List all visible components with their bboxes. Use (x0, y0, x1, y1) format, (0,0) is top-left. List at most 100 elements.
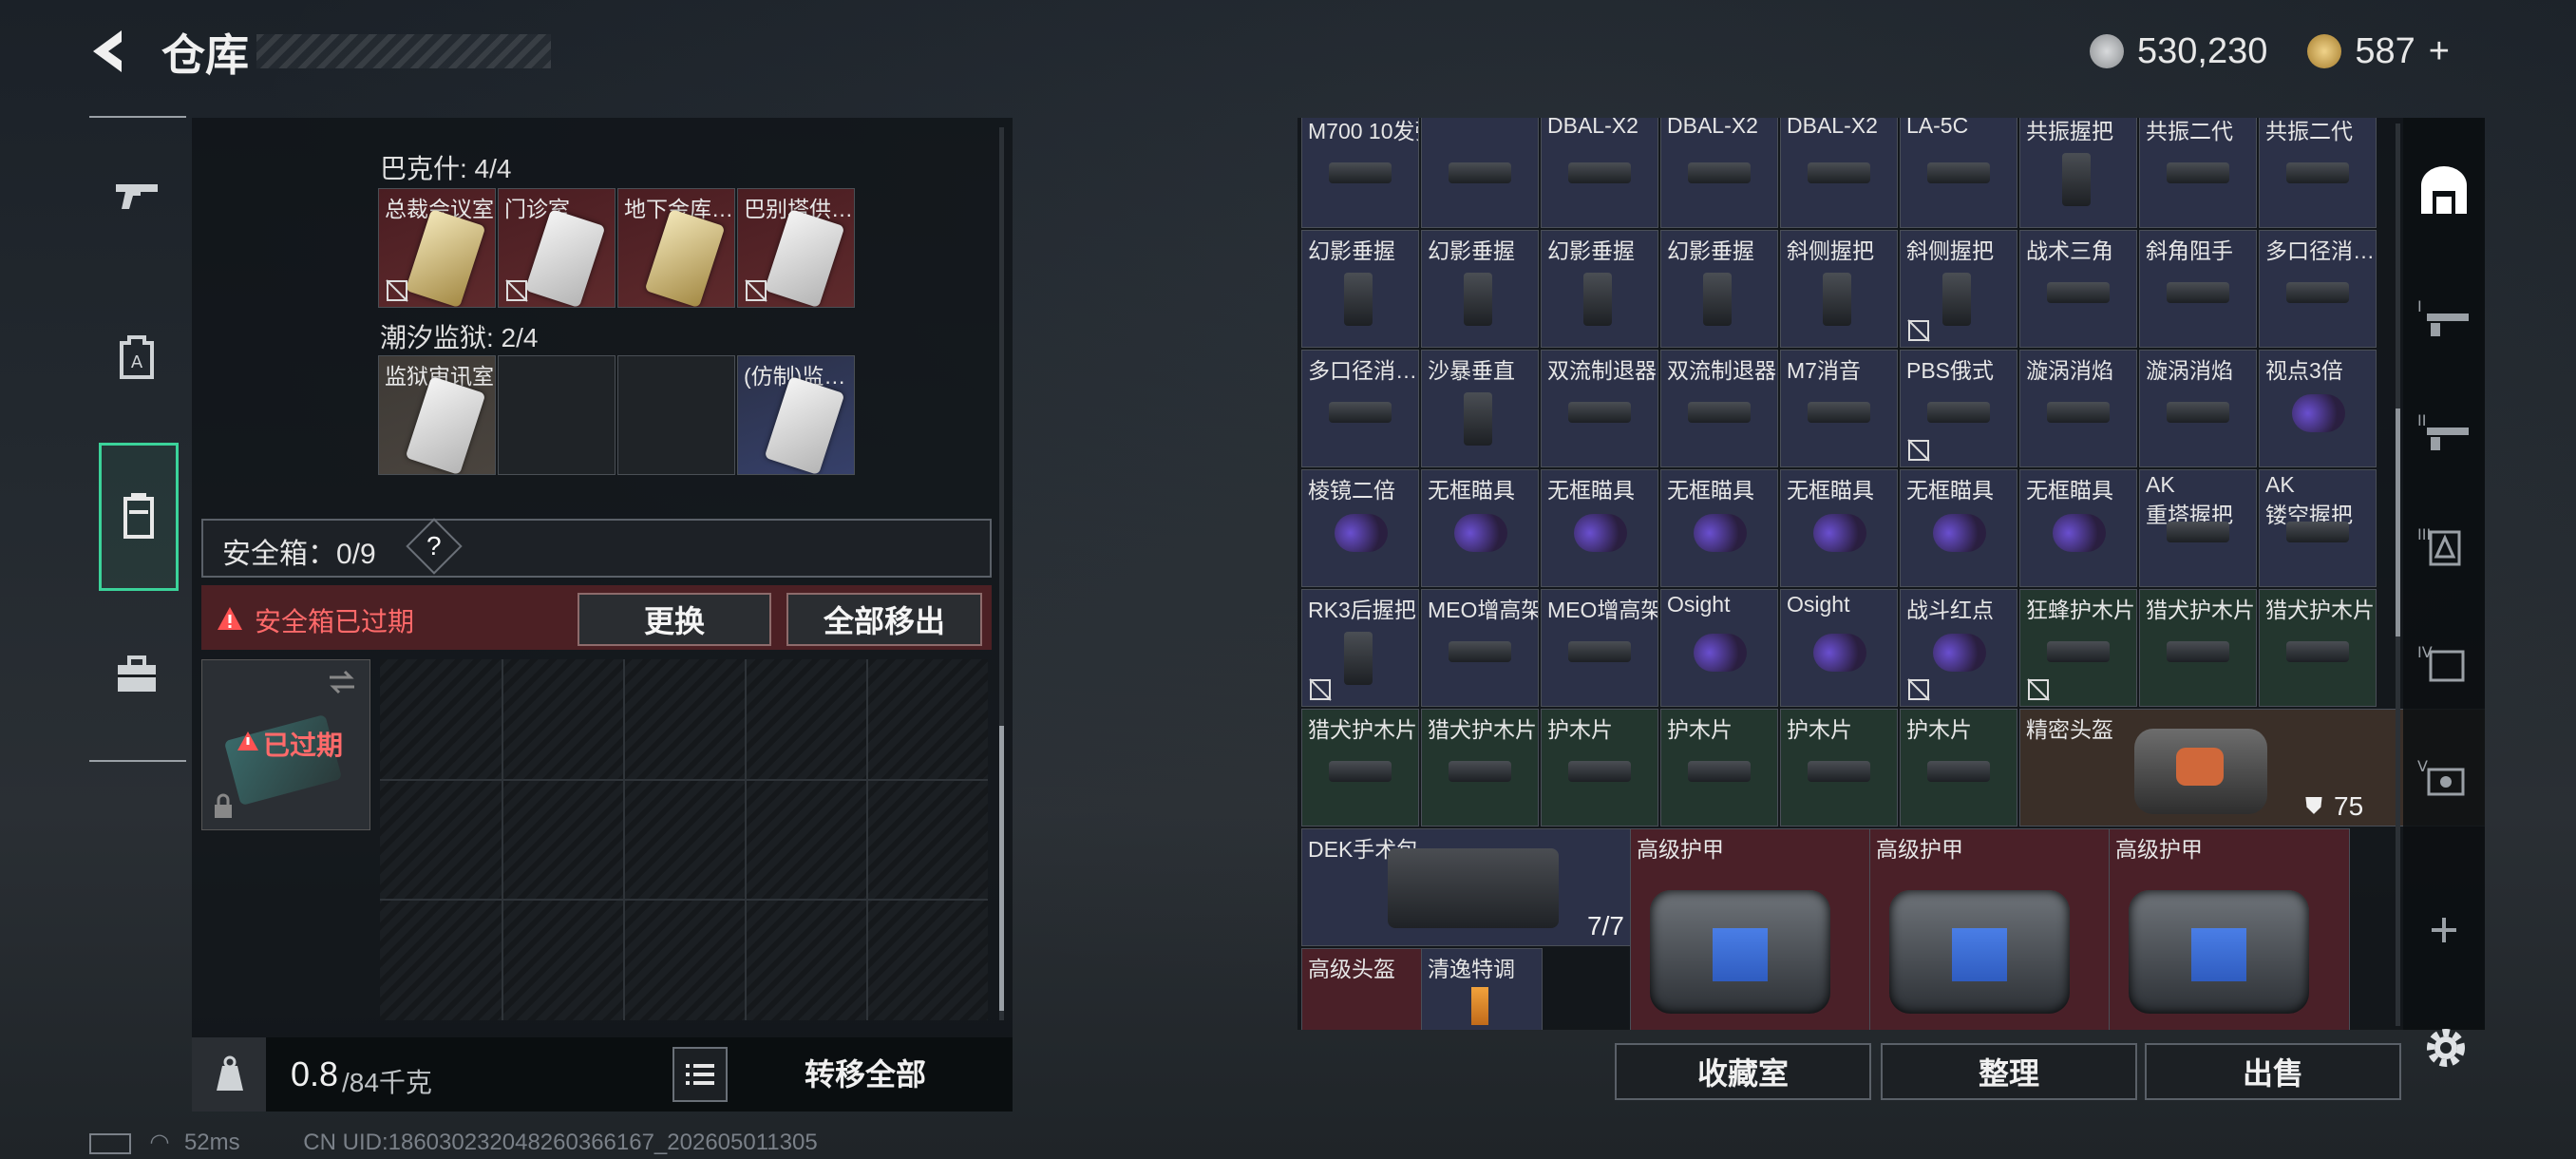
stash-item[interactable]: LA-5C (1900, 118, 2017, 228)
stash-item[interactable]: 双流制退器 (1541, 350, 1658, 467)
stash-item[interactable]: 共振二代 (2259, 118, 2377, 228)
stash-item[interactable]: MEO增高架 (1541, 589, 1658, 707)
transfer-all-button[interactable]: 转移全部 (737, 1045, 994, 1100)
stash-tab-4[interactable]: IV (2413, 631, 2475, 694)
stash-item[interactable]: 沙暴垂直 (1421, 350, 1539, 467)
stash-item[interactable]: Osight (1660, 589, 1778, 707)
stash-item[interactable]: 猎犬护木片 (1421, 709, 1539, 826)
stash-item[interactable]: 双流制退器 (1660, 350, 1778, 467)
stash-item[interactable]: 幻影垂握 (1301, 230, 1419, 348)
safebox-grid[interactable] (380, 659, 988, 1020)
stash-item-label: 幻影垂握 (1667, 238, 1754, 263)
stash-item-large[interactable]: 高级护甲 (2109, 828, 2350, 1030)
stash-item[interactable]: 斜角阻手 (2139, 230, 2257, 348)
stash-item[interactable]: 多口径消… (2259, 230, 2377, 348)
stash-tab-safe[interactable] (2413, 160, 2475, 222)
remove-all-button[interactable]: 全部移出 (786, 593, 982, 646)
stash-item[interactable]: 狂蜂护木片 (2019, 589, 2137, 707)
stash-tab-5[interactable]: V (2413, 745, 2475, 808)
left-footer: 0.8 /84千克 转移全部 (192, 1037, 1013, 1112)
stash-item[interactable]: 护木片 (1780, 709, 1898, 826)
nav-backpack[interactable]: A (97, 317, 177, 397)
stash-item[interactable]: AK 镂空握把 (2259, 469, 2377, 587)
empty-key-slot[interactable] (617, 355, 735, 475)
key-card[interactable]: 巴别塔供… (737, 188, 855, 308)
stash-item[interactable]: 无框瞄具 (1541, 469, 1658, 587)
stash-item-large[interactable]: 清逸特调 (1421, 948, 1543, 1030)
replace-button[interactable]: 更换 (578, 593, 771, 646)
stash-item[interactable]: 无框瞄具 (2019, 469, 2137, 587)
stash-item[interactable]: 无框瞄具 (1900, 469, 2017, 587)
armor-plate-image (1713, 928, 1768, 981)
list-view-button[interactable] (672, 1047, 728, 1102)
help-icon[interactable]: ? (406, 518, 463, 575)
key-card-image (405, 208, 486, 307)
stash-item[interactable]: 斜侧握把 (1900, 230, 2017, 348)
item-image (1335, 514, 1388, 552)
stash-item[interactable]: 共振二代 (2139, 118, 2257, 228)
stash-item-large[interactable]: 高级护甲 (1630, 828, 1871, 1030)
stash-item[interactable]: 无框瞄具 (1421, 469, 1539, 587)
nav-weapons[interactable] (97, 156, 177, 236)
nav-container-selected[interactable] (99, 443, 179, 591)
key-card[interactable]: (仿制)监… (737, 355, 855, 475)
stash-item-large[interactable]: 高级护甲 (1869, 828, 2111, 1030)
stash-item[interactable]: 幻影垂握 (1421, 230, 1539, 348)
stash-item[interactable]: 战术三角 (2019, 230, 2137, 348)
gold-add-button[interactable]: + (2429, 31, 2450, 72)
safebox-item[interactable]: 已过期 (201, 659, 370, 830)
add-stash-tab-button[interactable] (2413, 899, 2475, 961)
stash-scrollbar[interactable] (2396, 124, 2400, 1026)
stash-tab-2[interactable]: II (2413, 399, 2475, 462)
stash-tab-1[interactable]: I (2413, 285, 2475, 348)
stash-item[interactable]: 无框瞄具 (1780, 469, 1898, 587)
stash-item[interactable]: RK3后握把 (1301, 589, 1419, 707)
stash-item[interactable]: AK 重塔握把 (2139, 469, 2257, 587)
stash-item[interactable]: 棱镜二倍 (1301, 469, 1419, 587)
stash-item[interactable]: 幻影垂握 (1541, 230, 1658, 348)
key-card[interactable]: 总裁会议室 (378, 188, 496, 308)
stash-item[interactable]: PBS俄式 (1900, 350, 2017, 467)
stash-item[interactable]: Osight (1780, 589, 1898, 707)
stash-item[interactable]: 护木片 (1900, 709, 2017, 826)
stash-item[interactable]: DBAL-X2 (1541, 118, 1658, 228)
stash-item[interactable] (1421, 118, 1539, 228)
stash-item[interactable]: MEO增高架 (1421, 589, 1539, 707)
stash-tab-3[interactable]: III (2413, 513, 2475, 576)
scroll-thumb[interactable] (999, 726, 1004, 1011)
key-card[interactable]: 地下金库… (617, 188, 735, 308)
settings-button[interactable] (2418, 1020, 2473, 1075)
stash-item[interactable]: 无框瞄具 (1660, 469, 1778, 587)
stash-item[interactable]: 幻影垂握 (1660, 230, 1778, 348)
key-card[interactable]: 门诊室 (498, 188, 616, 308)
stash-item[interactable]: 视点3倍 (2259, 350, 2377, 467)
stash-item[interactable]: 多口径消… (1301, 350, 1419, 467)
stash-item[interactable]: M700 10发弹匣 (1301, 118, 1419, 228)
stash-item[interactable]: 共振握把 (2019, 118, 2137, 228)
stash-item[interactable]: DBAL-X2 (1780, 118, 1898, 228)
nav-briefcase[interactable] (97, 635, 177, 714)
stash-item[interactable]: M7消音 (1780, 350, 1898, 467)
sort-button[interactable]: 整理 (1881, 1043, 2137, 1100)
key-card[interactable]: 监狱审讯室 (378, 355, 496, 475)
empty-key-slot[interactable] (498, 355, 616, 475)
stash-item[interactable]: 漩涡消焰 (2139, 350, 2257, 467)
stash-item[interactable]: DBAL-X2 (1660, 118, 1778, 228)
stash-item[interactable]: 猎犬护木片 (1301, 709, 1419, 826)
stash-item-large[interactable]: 高级头盔 (1301, 948, 1423, 1030)
sell-button[interactable]: 出售 (2145, 1043, 2401, 1100)
swap-icon[interactable] (326, 670, 358, 694)
stash-item[interactable]: 猎犬护木片 (2139, 589, 2257, 707)
scroll-thumb[interactable] (2396, 408, 2400, 636)
stash-item[interactable]: 护木片 (1541, 709, 1658, 826)
back-button[interactable] (84, 25, 137, 78)
collection-room-button[interactable]: 收藏室 (1615, 1043, 1871, 1100)
stash-item[interactable]: 斜侧握把 (1780, 230, 1898, 348)
stash-item[interactable]: 战斗红点 (1900, 589, 2017, 707)
stash-item[interactable]: 猎犬护木片 (2259, 589, 2377, 707)
stash-item-large[interactable]: DEK手术包 7/7 (1301, 828, 1632, 946)
stash-item[interactable]: 漩涡消焰 (2019, 350, 2137, 467)
svg-text:V: V (2417, 757, 2428, 775)
stash-item[interactable]: 护木片 (1660, 709, 1778, 826)
left-scrollbar[interactable] (999, 127, 1004, 1020)
